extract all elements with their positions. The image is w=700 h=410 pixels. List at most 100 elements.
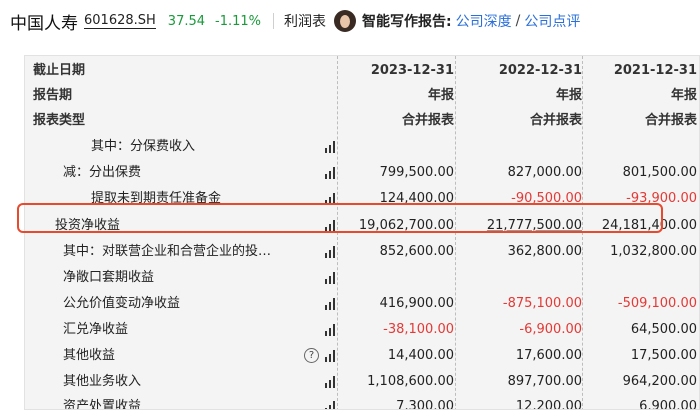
cell-value: -509,100.00 — [617, 296, 697, 311]
table-row: 减：分出保费 799,500.00 827,000.00 801,500.00 — [25, 160, 699, 185]
cell-value: 合并报表 — [529, 113, 582, 128]
table-row: 其中：分保费收入 — [25, 134, 699, 159]
cell-value — [583, 265, 697, 290]
cell-value: 362,800.00 — [507, 244, 582, 259]
link-separator: / — [515, 13, 521, 29]
report-name: 利润表 — [284, 14, 327, 30]
bar-chart-icon[interactable] — [325, 349, 335, 362]
row-icons — [287, 265, 335, 290]
cell-value — [337, 134, 454, 159]
bar-chart-icon[interactable] — [325, 245, 335, 258]
row-icons — [287, 239, 335, 264]
table-row: 公允价值变动净收益 416,900.00 -875,100.00 -509,10… — [25, 291, 699, 316]
cell-value: 2023-12-31 — [370, 63, 454, 78]
header-row-date: 截止日期 2023-12-31 2022-12-31 2021-12-31 — [25, 58, 699, 83]
top-bar: 中国人寿 601628.SH 37.54 -1.11% 利润表 智能写作报告: … — [0, 0, 700, 42]
cell-value: 416,900.00 — [379, 296, 454, 311]
row-icons — [287, 394, 335, 409]
row-label: 公允价值变动净收益 — [63, 296, 181, 311]
cell-value: 年报 — [427, 88, 454, 103]
cell-value: -90,500.00 — [511, 191, 582, 206]
table-row: 资产处置收益 7,300.00 12,200.00 6,900.00 — [25, 394, 699, 410]
row-label: 截止日期 — [33, 63, 86, 78]
bar-chart-icon[interactable] — [325, 297, 335, 310]
row-icons — [287, 317, 335, 342]
company-review-link[interactable]: 公司点评 — [524, 11, 580, 31]
cell-value: -6,900.00 — [519, 322, 582, 337]
cell-value: 年报 — [555, 88, 582, 103]
company-depth-link[interactable]: 公司深度 — [456, 11, 512, 31]
row-icons — [287, 291, 335, 316]
bar-chart-icon[interactable] — [325, 140, 335, 153]
cell-value: 19,062,700.00 — [358, 218, 454, 233]
cell-value: -93,900.00 — [626, 191, 697, 206]
bar-chart-icon[interactable] — [325, 400, 335, 409]
row-label: 投资净收益 — [55, 218, 121, 233]
price-change: -1.11% — [215, 13, 262, 29]
cell-value: 964,200.00 — [622, 374, 697, 389]
table-row: 其他业务收入 1,108,600.00 897,700.00 964,200.0… — [25, 369, 699, 394]
cell-value: 2022-12-31 — [498, 63, 582, 78]
cell-value: 21,777,500.00 — [486, 218, 582, 233]
company-name: 中国人寿 — [10, 13, 78, 34]
table-row: 汇兑净收益 -38,100.00 -6,900.00 64,500.00 — [25, 317, 699, 342]
cell-value: 14,400.00 — [387, 348, 454, 363]
divider — [273, 13, 275, 29]
cell-value: 6,900.00 — [639, 399, 697, 410]
stock-code[interactable]: 601628.SH — [84, 13, 156, 29]
cell-value — [455, 134, 582, 159]
bar-chart-icon[interactable] — [325, 323, 335, 336]
cell-value: 799,500.00 — [379, 165, 454, 180]
cell-value: 1,108,600.00 — [367, 374, 454, 389]
table-row: 提取未到期责任准备金 124,400.00 -90,500.00 -93,900… — [25, 186, 699, 211]
cell-value: 合并报表 — [401, 113, 454, 128]
cell-value: 801,500.00 — [622, 165, 697, 180]
cell-value: 17,600.00 — [515, 348, 582, 363]
cell-value: -38,100.00 — [383, 322, 454, 337]
row-label: 汇兑净收益 — [63, 322, 129, 337]
bar-chart-icon[interactable] — [325, 166, 335, 179]
cell-value: -875,100.00 — [502, 296, 582, 311]
row-label: 减：分出保费 — [63, 165, 142, 180]
income-statement-table: 截止日期 2023-12-31 2022-12-31 2021-12-31 报告… — [24, 55, 700, 410]
row-label: 报表类型 — [33, 113, 86, 128]
stock-price: 37.54 — [167, 13, 206, 29]
bar-chart-icon[interactable] — [325, 375, 335, 388]
cell-value: 852,600.00 — [379, 244, 454, 259]
cell-value: 124,400.00 — [379, 191, 454, 206]
table-row: 其中：对联营企业和合营企业的投… 852,600.00 362,800.00 1… — [25, 239, 699, 264]
row-icons — [287, 160, 335, 185]
row-label: 提取未到期责任准备金 — [91, 191, 222, 206]
row-label: 报告期 — [33, 88, 73, 103]
row-icons — [287, 134, 335, 159]
cell-value: 2021-12-31 — [613, 63, 697, 78]
help-icon[interactable]: ? — [304, 348, 319, 363]
cell-value: 897,700.00 — [507, 374, 582, 389]
header-row-period: 报告期 年报 年报 年报 — [25, 83, 699, 108]
cell-value: 64,500.00 — [630, 322, 697, 337]
row-label: 资产处置收益 — [63, 399, 142, 410]
row-icons — [287, 186, 335, 211]
bar-chart-icon[interactable] — [325, 192, 335, 205]
cell-value: 1,032,800.00 — [610, 244, 697, 259]
row-label: 净敞口套期收益 — [63, 270, 155, 285]
cell-value — [455, 265, 582, 290]
avatar — [334, 10, 357, 32]
row-icons — [287, 369, 335, 394]
table-row: 净敞口套期收益 — [25, 265, 699, 290]
cell-value: 7,300.00 — [396, 399, 454, 410]
cell-value: 827,000.00 — [507, 165, 582, 180]
cell-value: 12,200.00 — [515, 399, 582, 410]
row-label: 其中：对联营企业和合营企业的投… — [63, 244, 272, 259]
row-label: 其他业务收入 — [63, 374, 142, 389]
bar-chart-icon[interactable] — [325, 271, 335, 284]
row-label: 其中：分保费收入 — [91, 139, 196, 154]
bar-chart-icon[interactable] — [325, 219, 335, 232]
cell-value: 合并报表 — [644, 113, 697, 128]
table-row-highlighted: 投资净收益 19,062,700.00 21,777,500.00 24,181… — [25, 213, 699, 238]
row-icons: ? — [287, 343, 335, 368]
ai-writing-label: 智能写作报告: — [362, 14, 452, 30]
cell-value: 24,181,400.00 — [601, 218, 697, 233]
cell-value: 17,500.00 — [630, 348, 697, 363]
cell-value — [337, 265, 454, 290]
